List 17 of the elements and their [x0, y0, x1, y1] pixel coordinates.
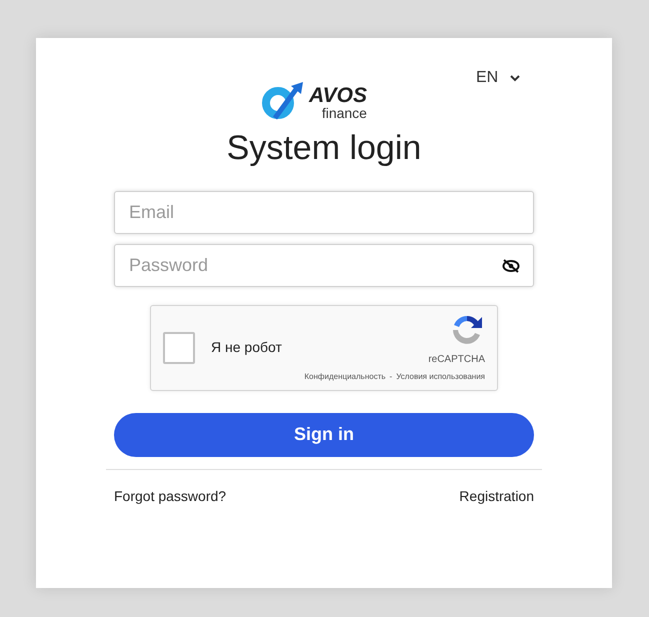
terms-link[interactable]: Условия использования: [396, 371, 485, 384]
page-title: System login: [226, 128, 422, 169]
email-field[interactable]: Email: [114, 190, 534, 234]
text-link[interactable]: Forgot password?: [114, 486, 226, 507]
recaptcha-brand: reCAPTCHA: [428, 353, 485, 368]
password-field[interactable]: Password: [114, 244, 534, 287]
chevron-down-icon[interactable]: [510, 74, 520, 82]
eye-slash-icon[interactable]: [502, 258, 520, 273]
sign-in-button[interactable]: Sign in: [114, 412, 534, 457]
logo-text: AVOS: [309, 85, 367, 106]
captcha-checkbox[interactable]: [163, 332, 195, 364]
privacy-link[interactable]: Конфиденциальность: [304, 371, 386, 384]
text-link[interactable]: Registration: [459, 486, 534, 507]
language-selector[interactable]: EN: [476, 66, 498, 90]
separator-text: -: [390, 371, 392, 384]
logo-subtitle: finance: [322, 106, 367, 120]
captcha-label: Я не робот: [211, 338, 282, 358]
